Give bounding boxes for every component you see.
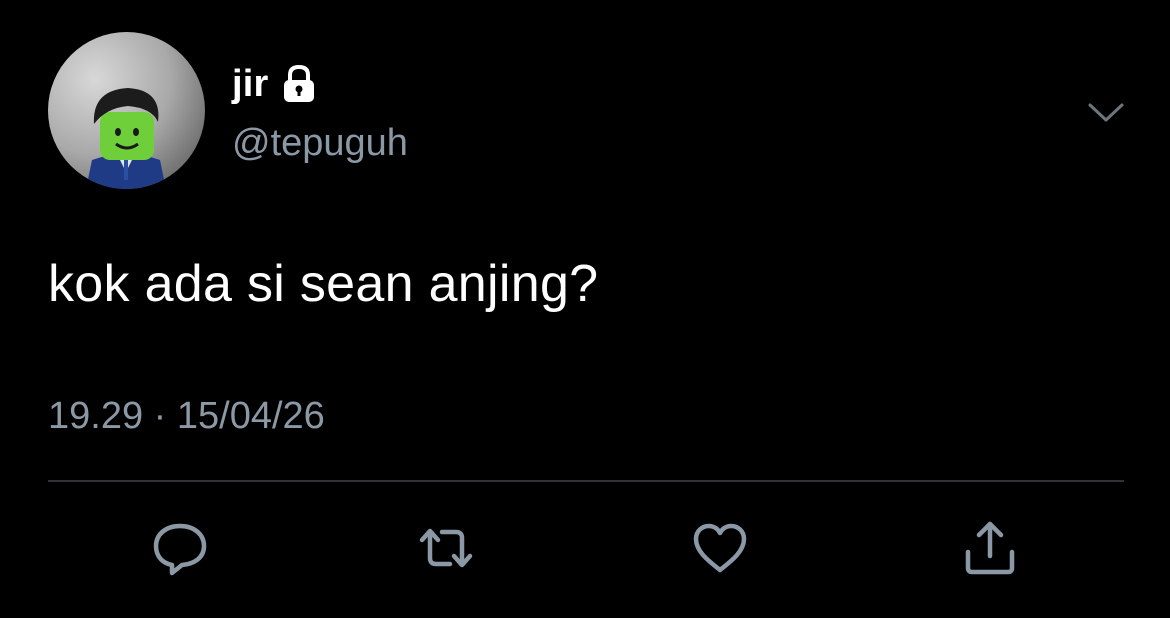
display-name-row: jir (232, 60, 317, 108)
lock-icon (281, 64, 317, 104)
share-button[interactable] (960, 518, 1020, 578)
heart-icon (693, 523, 747, 573)
tweet-text: kok ada si sean anjing? (48, 255, 599, 313)
reply-icon (153, 523, 207, 576)
tweet-timestamp[interactable]: 19.29 · 15/04/26 (48, 392, 325, 440)
divider (48, 480, 1124, 482)
user-handle[interactable]: @tepuguh (232, 120, 408, 166)
like-button[interactable] (690, 518, 750, 578)
chevron-down-icon[interactable] (1086, 98, 1126, 128)
share-icon (965, 521, 1015, 575)
display-name[interactable]: jir (232, 63, 269, 106)
tweet-card: jir @tepuguh kok ada si sean anjing? 19.… (0, 0, 1170, 618)
avatar[interactable] (48, 32, 205, 189)
retweet-button[interactable] (416, 518, 476, 578)
retweet-icon (419, 528, 473, 568)
reply-button[interactable] (150, 518, 210, 578)
